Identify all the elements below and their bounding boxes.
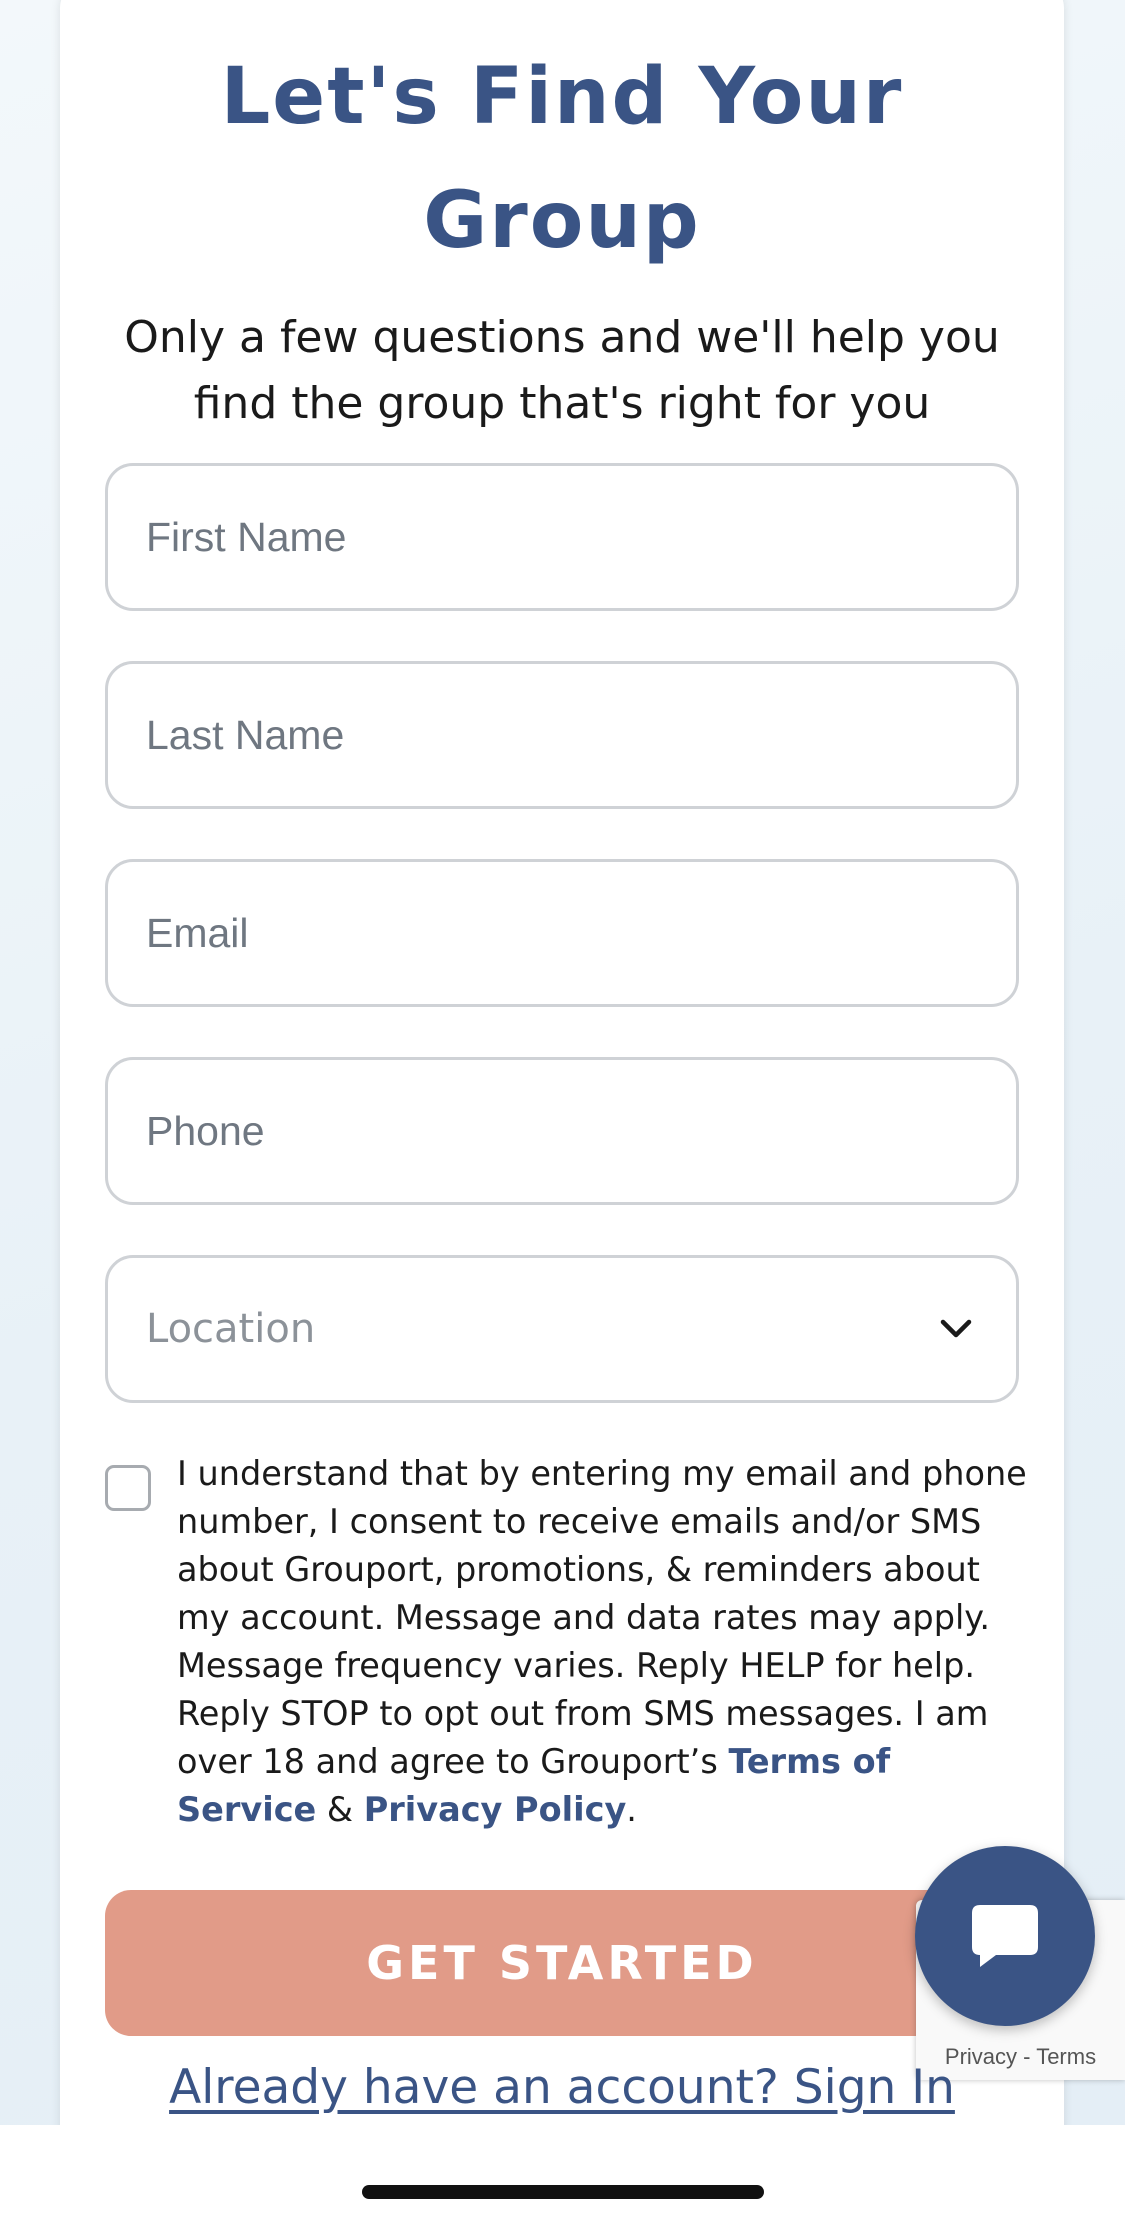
location-select[interactable]: Location — [105, 1255, 1019, 1403]
get-started-button[interactable]: GET STARTED — [105, 1890, 1019, 2036]
subtitle-line-1: Only a few questions and we'll help you — [124, 312, 1000, 363]
consent-body: I understand that by entering my email a… — [177, 1454, 1027, 1781]
home-indicator[interactable] — [362, 2185, 764, 2199]
consent-text: I understand that by entering my email a… — [177, 1450, 1037, 1834]
privacy-policy-link[interactable]: Privacy Policy — [364, 1790, 627, 1829]
phone-field[interactable]: Phone — [105, 1057, 1019, 1205]
title-line-1: Let's Find Your — [220, 52, 904, 142]
chevron-down-icon — [940, 1319, 972, 1338]
email-placeholder: Email — [146, 909, 249, 956]
first-name-field[interactable]: First Name — [105, 463, 1019, 611]
first-name-placeholder: First Name — [146, 513, 347, 560]
chat-bubble-icon — [972, 1905, 1038, 1967]
chat-button[interactable] — [915, 1846, 1095, 2026]
page-title: Let's Find Your Group — [60, 35, 1064, 283]
subtitle-line-2: find the group that's right for you — [193, 378, 931, 429]
consent-period: . — [626, 1790, 637, 1829]
last-name-placeholder: Last Name — [146, 711, 345, 758]
get-started-label: GET STARTED — [366, 1936, 758, 1990]
title-line-2: Group — [423, 176, 701, 266]
system-home-area — [0, 2125, 1125, 2225]
consent-ampersand: & — [316, 1790, 364, 1829]
sign-in-link[interactable]: Already have an account? Sign In — [60, 2060, 1064, 2115]
location-placeholder: Location — [146, 1306, 316, 1352]
consent-checkbox[interactable] — [105, 1465, 151, 1511]
phone-placeholder: Phone — [146, 1107, 265, 1154]
last-name-field[interactable]: Last Name — [105, 661, 1019, 809]
email-field[interactable]: Email — [105, 859, 1019, 1007]
page-subtitle: Only a few questions and we'll help you … — [90, 305, 1034, 437]
